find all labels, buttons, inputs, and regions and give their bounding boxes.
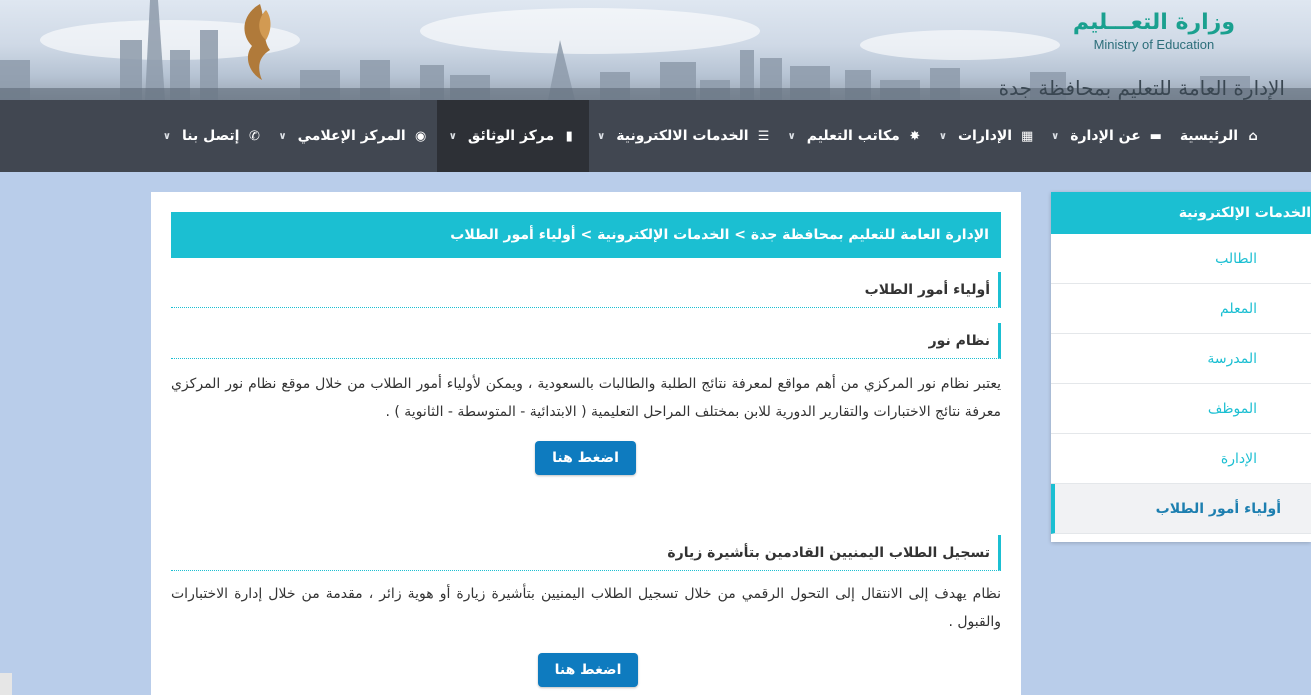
section-text-noor: يعتبر نظام نور المركزي من أهم مواقع لمعر… bbox=[171, 376, 1001, 420]
nav-item-documents-center[interactable]: ▮ مركز الوثائق ∨ bbox=[436, 100, 590, 172]
yemen-click-here-button[interactable]: اضغط هنا bbox=[538, 653, 638, 687]
nav-item-label: عن الإدارة bbox=[1070, 128, 1141, 144]
nav-item-e-services[interactable]: ☰ الخدمات الالكترونية ∨ bbox=[589, 100, 779, 172]
sidebar-title: الخدمات الإلكترونية bbox=[1051, 192, 1311, 234]
e-services-sidebar: الخدمات الإلكترونية الطالب المعلم المدرس… bbox=[1051, 192, 1311, 542]
asterisk-icon: ✸ bbox=[909, 128, 921, 144]
nav-item-label: المركز الإعلامي bbox=[297, 128, 406, 144]
sidebar-item-teacher[interactable]: المعلم bbox=[1051, 284, 1311, 334]
nav-item-departments[interactable]: ▦ الإدارات ∨ bbox=[931, 100, 1043, 172]
page-corner-handle[interactable] bbox=[0, 673, 12, 695]
ministry-logo[interactable]: وزارة التعـــليم Ministry of Education bbox=[1073, 10, 1235, 52]
nav-item-label: مكاتب التعليم bbox=[806, 128, 900, 144]
document-icon: ▮ bbox=[565, 128, 573, 144]
ministry-name-arabic: وزارة التعـــليم bbox=[1072, 10, 1235, 35]
chevron-down-icon: ∨ bbox=[1051, 130, 1060, 142]
sidebar-item-parents[interactable]: أولياء أمور الطلاب bbox=[1051, 484, 1311, 534]
chevron-down-icon: ∨ bbox=[448, 130, 457, 142]
sidebar-item-school[interactable]: المدرسة bbox=[1051, 334, 1311, 384]
chevron-down-icon: ∨ bbox=[597, 130, 606, 142]
ministry-name-english: Ministry of Education bbox=[1093, 37, 1215, 52]
chevron-down-icon: ∨ bbox=[938, 130, 947, 142]
section-title-noor: نظام نور bbox=[171, 323, 1001, 359]
chevron-down-icon: ∨ bbox=[278, 130, 287, 142]
sidebar-item-student[interactable]: الطالب bbox=[1051, 234, 1311, 284]
site-header: وزارة التعـــليم Ministry of Education ا… bbox=[0, 0, 1311, 100]
presentation-icon: ▬ bbox=[1149, 128, 1162, 144]
nav-item-label: الخدمات الالكترونية bbox=[616, 128, 749, 144]
nav-item-about[interactable]: ▬ عن الإدارة ∨ bbox=[1043, 100, 1172, 172]
eye-icon: ◉ bbox=[415, 128, 427, 144]
phone-icon: ✆ bbox=[249, 128, 260, 144]
section-title-yemen-students: تسجيل الطلاب اليمنيين القادمين بتأشيرة ز… bbox=[171, 535, 1001, 571]
nav-item-label: إتصل بنا bbox=[182, 128, 240, 144]
list-icon: ☰ bbox=[757, 128, 770, 144]
nav-item-contact[interactable]: ✆ إتصل بنا ∨ bbox=[155, 100, 271, 172]
home-icon: ⌂ bbox=[1248, 128, 1258, 144]
nav-item-label: مركز الوثائق bbox=[467, 128, 555, 144]
chevron-down-icon: ∨ bbox=[162, 130, 172, 142]
nav-item-home[interactable]: ⌂ الرئيسية bbox=[1172, 100, 1269, 172]
award-logo-icon bbox=[244, 4, 271, 80]
main-navigation: ⌂ الرئيسية ▬ عن الإدارة ∨ ▦ الإدارات ∨ ✸… bbox=[0, 100, 1311, 172]
grid-icon: ▦ bbox=[1020, 128, 1034, 144]
breadcrumb[interactable]: الإدارة العامة للتعليم بمحافظة جدة > الخ… bbox=[171, 212, 1001, 258]
sidebar-item-administration[interactable]: الإدارة bbox=[1051, 434, 1311, 484]
section-text-yemen-students: نظام يهدف إلى الانتقال إلى التحول الرقمي… bbox=[171, 586, 1001, 630]
nav-item-label: الإدارات bbox=[957, 128, 1013, 144]
directorate-title: الإدارة العامة للتعليم بمحافظة جدة bbox=[998, 76, 1285, 100]
main-content-panel: الإدارة العامة للتعليم بمحافظة جدة > الخ… bbox=[151, 192, 1021, 695]
nav-item-media-center[interactable]: ◉ المركز الإعلامي ∨ bbox=[270, 100, 436, 172]
sidebar-item-employee[interactable]: الموظف bbox=[1051, 384, 1311, 434]
nav-item-label: الرئيسية bbox=[1179, 128, 1238, 144]
nav-item-education-offices[interactable]: ✸ مكاتب التعليم ∨ bbox=[780, 100, 931, 172]
noor-click-here-button[interactable]: اضغط هنا bbox=[535, 441, 636, 475]
chevron-down-icon: ∨ bbox=[787, 130, 796, 142]
page-title: أولياء أمور الطلاب bbox=[171, 272, 1001, 308]
